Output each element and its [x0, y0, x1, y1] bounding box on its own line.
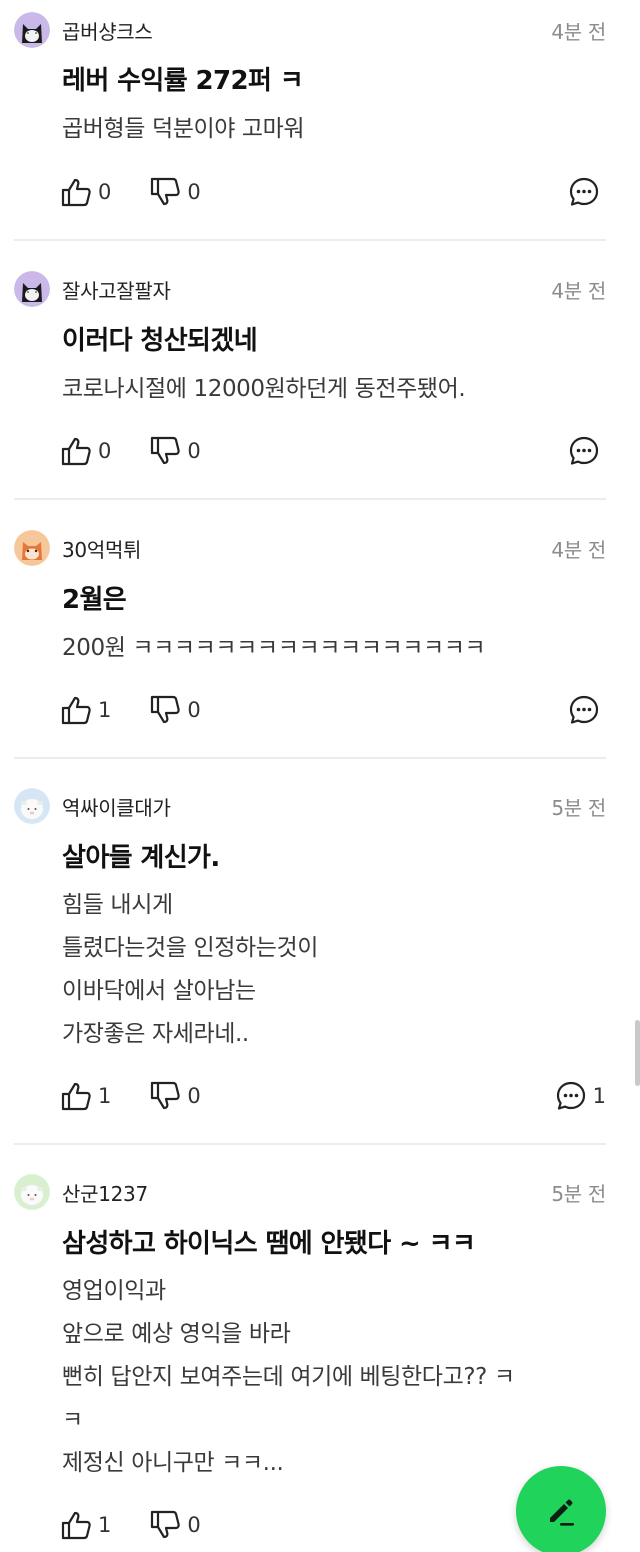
- avatar[interactable]: [14, 12, 50, 48]
- post-title[interactable]: 살아들 계신가.: [62, 837, 220, 874]
- thumbs-up-icon: [61, 178, 91, 207]
- post-body-line: 가장좋은 자세라네..: [62, 1021, 249, 1047]
- author-row: 잘사고잘팔자 4분 전: [14, 271, 606, 307]
- avatar[interactable]: [14, 788, 50, 824]
- dislike-count: 0: [187, 180, 201, 204]
- post-actions: 1 0: [60, 693, 606, 727]
- author-name[interactable]: 산군1237: [62, 1178, 148, 1207]
- dislike-count: 0: [187, 1513, 201, 1537]
- divider: [14, 1143, 606, 1145]
- like-button[interactable]: 0: [60, 436, 111, 466]
- thumbs-down-icon: [151, 695, 181, 724]
- post-title[interactable]: 삼성하고 하이닉스 땜에 안됐다 ~ ㅋㅋ: [62, 1223, 476, 1260]
- comment-button[interactable]: [568, 694, 606, 726]
- dislike-button[interactable]: 0: [149, 436, 201, 466]
- post-time: 5분 전: [551, 795, 606, 820]
- comment-bubble-icon: [556, 1081, 585, 1110]
- post-body-line: 힘들 내시게: [62, 892, 173, 918]
- comment-count: 1: [592, 1084, 606, 1108]
- write-post-button[interactable]: [516, 1466, 606, 1552]
- post-body-line: ㅋ: [62, 1407, 83, 1433]
- like-button[interactable]: 1: [60, 1081, 111, 1111]
- like-button[interactable]: 1: [60, 695, 111, 725]
- post-body-line: 200원 ㅋㅋㅋㅋㅋㅋㅋㅋㅋㅋㅋㅋㅋㅋㅋㅋㅋ: [62, 635, 486, 661]
- post-time: 4분 전: [551, 19, 606, 44]
- comment-bubble-icon: [569, 695, 599, 724]
- post-time: 4분 전: [551, 537, 606, 562]
- post-body[interactable]: 200원 ㅋㅋㅋㅋㅋㅋㅋㅋㅋㅋㅋㅋㅋㅋㅋㅋㅋ: [62, 627, 602, 670]
- author-name[interactable]: 곱버샹크스: [62, 16, 153, 45]
- avatar[interactable]: [14, 271, 50, 307]
- dislike-count: 0: [187, 439, 201, 463]
- white-sheep-avatar-icon: [14, 788, 50, 824]
- post-body[interactable]: 힘들 내시게 틀렸다는것을 인정하는것이 이바닥에서 살아남는 가장좋은 자세라…: [62, 884, 602, 1056]
- post-time: 4분 전: [551, 278, 606, 303]
- post-body[interactable]: 영업이익과 앞으로 예상 영익을 바라 뻔히 답안지 보여주는데 여기에 베팅한…: [62, 1270, 602, 1485]
- post-actions: 1 0 1: [60, 1079, 606, 1113]
- divider: [14, 239, 606, 241]
- orange-fox-avatar-icon: [14, 530, 50, 566]
- like-count: 1: [98, 1084, 112, 1108]
- post-actions: 0 0: [60, 175, 606, 209]
- white-sheep-avatar-icon: [14, 1174, 50, 1210]
- author-row: 30억먹튀 4분 전: [14, 530, 606, 566]
- author-name[interactable]: 30억먹튀: [62, 534, 141, 563]
- comment-bubble-icon: [569, 436, 599, 465]
- black-cat-avatar-icon: [14, 12, 50, 48]
- dislike-count: 0: [187, 698, 201, 722]
- post-body[interactable]: 코로나시절에 12000원하던게 동전주됐어.: [62, 368, 602, 411]
- thumbs-down-icon: [151, 1081, 181, 1110]
- author-row: 곱버샹크스 4분 전: [14, 12, 606, 48]
- comment-bubble-icon: [569, 177, 599, 206]
- thumbs-up-icon: [61, 437, 91, 466]
- dislike-button[interactable]: 0: [149, 1081, 201, 1111]
- post-body-line: 코로나시절에 12000원하던게 동전주됐어.: [62, 376, 466, 402]
- pencil-icon: [550, 1499, 574, 1526]
- post-body-line: 곱버형들 덕분이야 고마워: [62, 116, 305, 142]
- divider: [14, 757, 606, 759]
- avatar[interactable]: [14, 1174, 50, 1210]
- like-count: 1: [98, 698, 112, 722]
- post-body-line: 틀렸다는것을 인정하는것이: [62, 935, 319, 961]
- thumbs-down-icon: [151, 177, 181, 206]
- comment-button[interactable]: [568, 435, 606, 467]
- author-row: 역싸이클대가 5분 전: [14, 788, 606, 824]
- author-name[interactable]: 역싸이클대가: [62, 792, 171, 821]
- black-cat-avatar-icon: [14, 271, 50, 307]
- post-title[interactable]: 이러다 청산되겠네: [62, 320, 258, 357]
- thumbs-up-icon: [61, 1511, 91, 1540]
- comment-button[interactable]: 1: [555, 1080, 606, 1112]
- comment-button[interactable]: [568, 176, 606, 208]
- like-count: 0: [98, 180, 112, 204]
- divider: [14, 498, 606, 500]
- post-body-line: 앞으로 예상 영익을 바라: [62, 1321, 291, 1347]
- like-count: 1: [98, 1513, 112, 1537]
- thumbs-down-icon: [151, 436, 181, 465]
- post-body-line: 이바닥에서 살아남는: [62, 978, 256, 1004]
- dislike-button[interactable]: 0: [149, 1510, 201, 1540]
- like-button[interactable]: 1: [60, 1510, 111, 1540]
- thumbs-down-icon: [151, 1510, 181, 1539]
- dislike-button[interactable]: 0: [149, 177, 201, 207]
- like-button[interactable]: 0: [60, 177, 111, 207]
- post-body-line: 뻔히 답안지 보여주는데 여기에 베팅한다고?? ㅋ: [62, 1364, 515, 1390]
- post-body-line: 제정신 아니구만 ㅋㅋ...: [62, 1450, 284, 1476]
- avatar[interactable]: [14, 530, 50, 566]
- dislike-button[interactable]: 0: [149, 695, 201, 725]
- thumbs-up-icon: [61, 696, 91, 725]
- post-time: 5분 전: [551, 1181, 606, 1206]
- author-name[interactable]: 잘사고잘팔자: [62, 275, 171, 304]
- dislike-count: 0: [187, 1084, 201, 1108]
- thumbs-up-icon: [61, 1082, 91, 1111]
- scrollbar[interactable]: [635, 1020, 640, 1086]
- post-body-line: 영업이익과: [62, 1278, 166, 1304]
- author-row: 산군1237 5분 전: [14, 1174, 606, 1210]
- post-title[interactable]: 2월은: [62, 579, 127, 616]
- post-title[interactable]: 레버 수익률 272퍼 ㅋ: [62, 60, 304, 97]
- like-count: 0: [98, 439, 112, 463]
- post-body[interactable]: 곱버형들 덕분이야 고마워: [62, 108, 602, 151]
- post-actions: 0 0: [60, 434, 606, 468]
